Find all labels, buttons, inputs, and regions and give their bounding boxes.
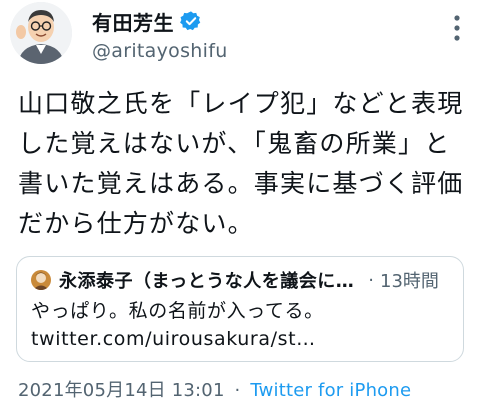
quoted-tweet-card[interactable]: 永添泰子（まっとうな人を議会に… · 13時間 やっぱり。私の名前が入ってる。 … [16, 256, 464, 362]
quoted-user-display-name: 永添泰子（まっとうな人を議会に… [59, 271, 355, 292]
tweet-metadata: 2021年05月14日 13:01 · Twitter for iPhone [18, 376, 411, 402]
quote-timestamp: 13時間 [380, 271, 439, 292]
quoted-user-avatar [31, 270, 51, 290]
tweet: 有田芳生 @aritayoshifu 山口敬之氏を「レイプ犯」などと表現した覚え… [0, 0, 480, 404]
tweet-source-link[interactable]: Twitter for iPhone [250, 380, 411, 401]
meta-separator: · [234, 380, 241, 401]
author-names: 有田芳生 @aritayoshifu [92, 7, 228, 63]
author-display-name[interactable]: 有田芳生 [92, 7, 174, 36]
more-options-icon[interactable] [450, 14, 464, 42]
author-handle[interactable]: @aritayoshifu [92, 40, 228, 62]
tweet-header: 有田芳生 @aritayoshifu [10, 2, 470, 72]
author-avatar[interactable] [10, 2, 72, 64]
user-avatar-illustration-icon [10, 2, 72, 64]
quoted-tweet-header: 永添泰子（まっとうな人を議会に… · 13時間 [31, 268, 451, 292]
display-name-row: 有田芳生 [92, 7, 228, 36]
tweet-timestamp[interactable]: 2021年05月14日 13:01 [18, 380, 225, 401]
verified-badge-icon [180, 10, 202, 32]
quoted-tweet-text: やっぱり。私の名前が入ってる。 twitter.com/uirousakura/… [31, 300, 324, 350]
quote-separator: · [368, 269, 375, 291]
tweet-body-text: 山口敬之氏を「レイプ犯」などと表現した覚えはないが、「鬼畜の所業」と書いた覚えは… [18, 89, 464, 238]
